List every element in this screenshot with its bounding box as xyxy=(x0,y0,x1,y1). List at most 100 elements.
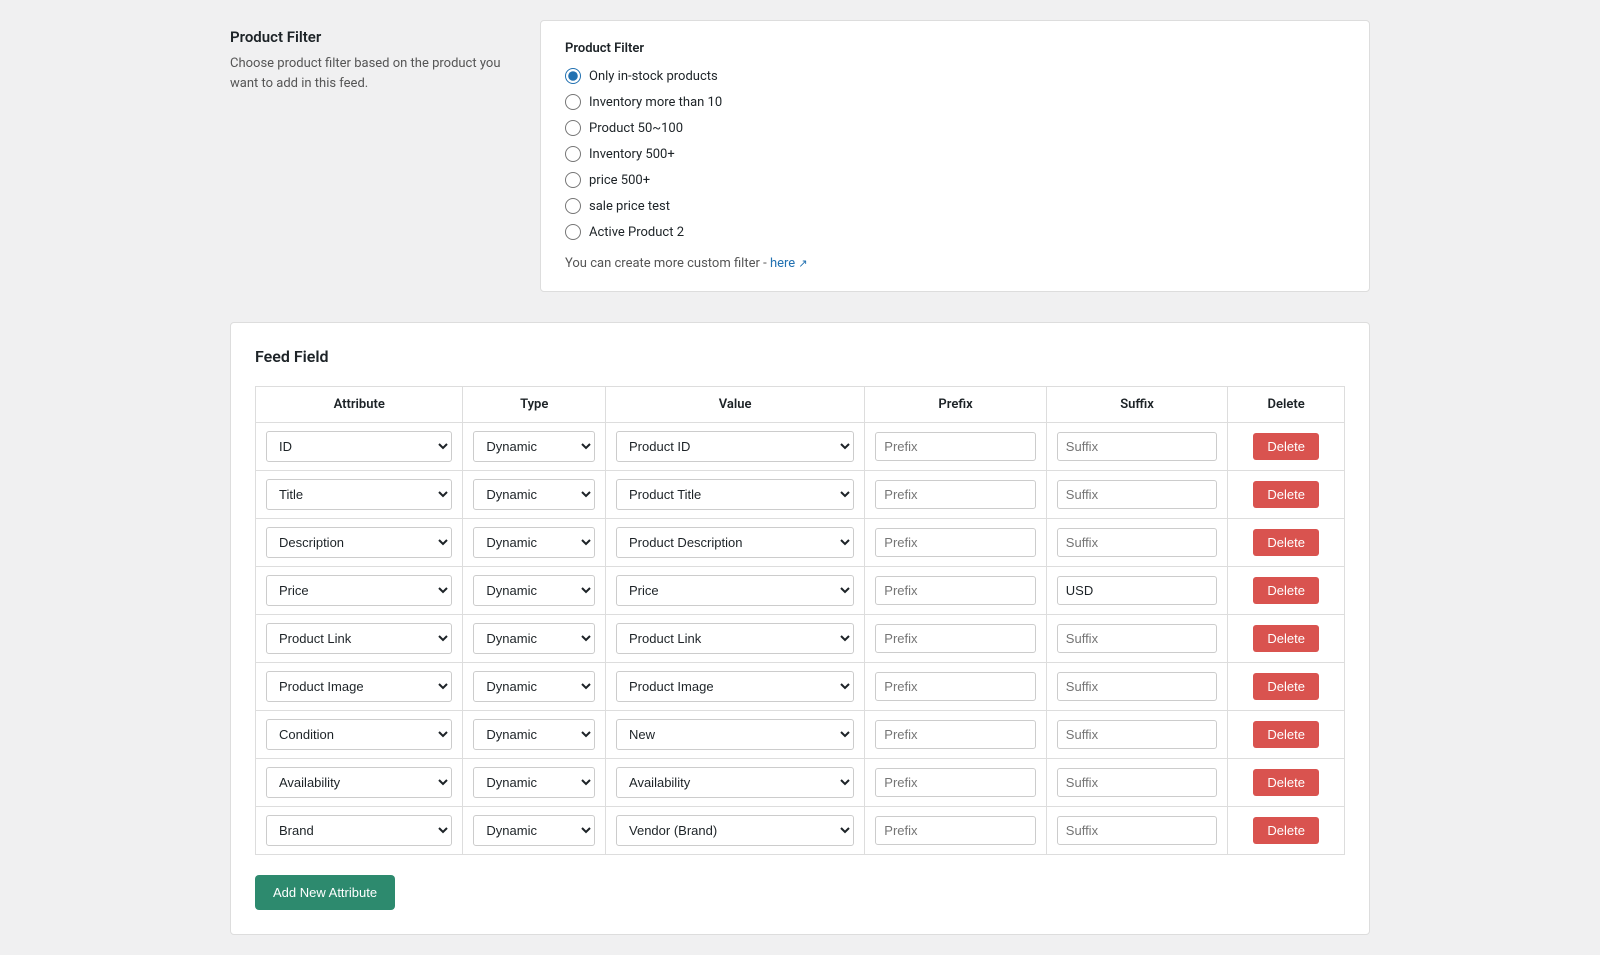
table-header-row: Attribute Type Value Prefix Suffix Delet… xyxy=(256,387,1345,423)
value-select-4[interactable]: Product Link xyxy=(616,623,854,654)
delete-button-7[interactable]: Delete xyxy=(1253,769,1319,796)
table-row: Condition Dynamic New Delete xyxy=(256,711,1345,759)
prefix-input-8[interactable] xyxy=(875,816,1036,845)
value-select-8[interactable]: Vendor (Brand) xyxy=(616,815,854,846)
radio-label-6: sale price test xyxy=(589,199,670,214)
delete-button-1[interactable]: Delete xyxy=(1253,481,1319,508)
type-select-3[interactable]: Dynamic xyxy=(473,575,595,606)
feed-field-title: Feed Field xyxy=(255,347,1345,366)
radio-label-7: Active Product 2 xyxy=(589,225,684,240)
prefix-input-0[interactable] xyxy=(875,432,1036,461)
type-select-2[interactable]: Dynamic xyxy=(473,527,595,558)
col-header-prefix: Prefix xyxy=(865,387,1047,423)
table-row: Availability Dynamic Availability Delete xyxy=(256,759,1345,807)
delete-button-2[interactable]: Delete xyxy=(1253,529,1319,556)
radio-label-2: Inventory more than 10 xyxy=(589,95,722,110)
value-select-3[interactable]: Price xyxy=(616,575,854,606)
attribute-select-8[interactable]: Brand xyxy=(266,815,452,846)
value-select-1[interactable]: Product Title xyxy=(616,479,854,510)
suffix-input-4[interactable] xyxy=(1057,624,1218,653)
value-select-5[interactable]: Product Image xyxy=(616,671,854,702)
radio-sale-price-test[interactable] xyxy=(565,198,581,214)
col-header-value: Value xyxy=(606,387,865,423)
filter-left-description: Choose product filter based on the produ… xyxy=(230,54,510,93)
table-row: Product Image Dynamic Product Image Delete xyxy=(256,663,1345,711)
radio-item-7[interactable]: Active Product 2 xyxy=(565,224,1345,240)
suffix-input-6[interactable] xyxy=(1057,720,1218,749)
delete-button-5[interactable]: Delete xyxy=(1253,673,1319,700)
attribute-select-2[interactable]: Description xyxy=(266,527,452,558)
prefix-input-3[interactable] xyxy=(875,576,1036,605)
prefix-input-6[interactable] xyxy=(875,720,1036,749)
col-header-suffix: Suffix xyxy=(1046,387,1228,423)
type-select-1[interactable]: Dynamic xyxy=(473,479,595,510)
type-select-7[interactable]: Dynamic xyxy=(473,767,595,798)
table-row: Title Dynamic Product Title Delete xyxy=(256,471,1345,519)
col-header-type: Type xyxy=(463,387,606,423)
suffix-input-8[interactable] xyxy=(1057,816,1218,845)
radio-active-product-2[interactable] xyxy=(565,224,581,240)
delete-button-0[interactable]: Delete xyxy=(1253,433,1319,460)
radio-only-in-stock[interactable] xyxy=(565,68,581,84)
prefix-input-2[interactable] xyxy=(875,528,1036,557)
value-select-0[interactable]: Product ID xyxy=(616,431,854,462)
suffix-input-2[interactable] xyxy=(1057,528,1218,557)
filter-left-panel: Product Filter Choose product filter bas… xyxy=(230,20,510,292)
delete-button-6[interactable]: Delete xyxy=(1253,721,1319,748)
radio-item-3[interactable]: Product 50~100 xyxy=(565,120,1345,136)
type-select-8[interactable]: Dynamic xyxy=(473,815,595,846)
feed-table: Attribute Type Value Prefix Suffix Delet… xyxy=(255,386,1345,855)
attribute-select-3[interactable]: Price xyxy=(266,575,452,606)
radio-inventory-10[interactable] xyxy=(565,94,581,110)
radio-item-6[interactable]: sale price test xyxy=(565,198,1345,214)
custom-filter-text: You can create more custom filter - here… xyxy=(565,256,1345,271)
prefix-input-7[interactable] xyxy=(875,768,1036,797)
prefix-input-1[interactable] xyxy=(875,480,1036,509)
radio-item-5[interactable]: price 500+ xyxy=(565,172,1345,188)
radio-item-1[interactable]: Only in-stock products xyxy=(565,68,1345,84)
prefix-input-4[interactable] xyxy=(875,624,1036,653)
table-row: Product Link Dynamic Product Link Delete xyxy=(256,615,1345,663)
attribute-select-7[interactable]: Availability xyxy=(266,767,452,798)
attribute-select-0[interactable]: ID xyxy=(266,431,452,462)
attribute-select-5[interactable]: Product Image xyxy=(266,671,452,702)
attribute-select-4[interactable]: Product Link xyxy=(266,623,452,654)
delete-button-4[interactable]: Delete xyxy=(1253,625,1319,652)
filter-right-title: Product Filter xyxy=(565,41,1345,56)
radio-label-5: price 500+ xyxy=(589,173,650,188)
type-select-0[interactable]: Dynamic xyxy=(473,431,595,462)
page-container: Product Filter Choose product filter bas… xyxy=(230,20,1370,935)
type-select-6[interactable]: Dynamic xyxy=(473,719,595,750)
attribute-select-6[interactable]: Condition xyxy=(266,719,452,750)
filter-right-panel: Product Filter Only in-stock products In… xyxy=(540,20,1370,292)
type-select-5[interactable]: Dynamic xyxy=(473,671,595,702)
value-select-2[interactable]: Product Description xyxy=(616,527,854,558)
filter-left-title: Product Filter xyxy=(230,28,510,46)
value-select-7[interactable]: Availability xyxy=(616,767,854,798)
radio-item-2[interactable]: Inventory more than 10 xyxy=(565,94,1345,110)
custom-filter-link[interactable]: here ↗ xyxy=(770,256,808,271)
table-row: Price Dynamic Price Delete xyxy=(256,567,1345,615)
table-row: Brand Dynamic Vendor (Brand) Delete xyxy=(256,807,1345,855)
radio-item-4[interactable]: Inventory 500+ xyxy=(565,146,1345,162)
radio-inventory-500[interactable] xyxy=(565,146,581,162)
radio-price-500[interactable] xyxy=(565,172,581,188)
attribute-select-1[interactable]: Title xyxy=(266,479,452,510)
suffix-input-7[interactable] xyxy=(1057,768,1218,797)
table-row: ID Dynamic Product ID Delete xyxy=(256,423,1345,471)
type-select-4[interactable]: Dynamic xyxy=(473,623,595,654)
radio-product-50-100[interactable] xyxy=(565,120,581,136)
add-new-attribute-button[interactable]: Add New Attribute xyxy=(255,875,395,910)
col-header-delete: Delete xyxy=(1228,387,1345,423)
prefix-input-5[interactable] xyxy=(875,672,1036,701)
suffix-input-5[interactable] xyxy=(1057,672,1218,701)
suffix-input-0[interactable] xyxy=(1057,432,1218,461)
external-link-icon: ↗ xyxy=(798,257,807,270)
delete-button-3[interactable]: Delete xyxy=(1253,577,1319,604)
delete-button-8[interactable]: Delete xyxy=(1253,817,1319,844)
col-header-attribute: Attribute xyxy=(256,387,463,423)
value-select-6[interactable]: New xyxy=(616,719,854,750)
radio-label-1: Only in-stock products xyxy=(589,69,718,84)
suffix-input-1[interactable] xyxy=(1057,480,1218,509)
suffix-input-3[interactable] xyxy=(1057,576,1218,605)
